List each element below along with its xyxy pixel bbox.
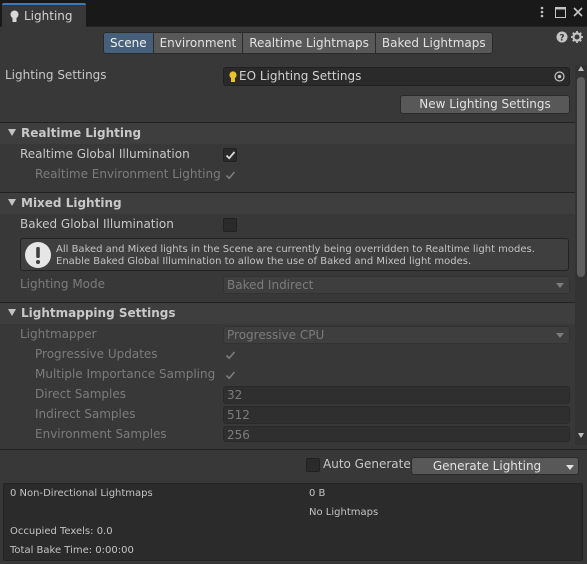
window-tab-label: Lighting <box>24 9 73 23</box>
chevron-down-icon <box>556 333 564 338</box>
vertical-scrollbar[interactable] <box>575 65 587 445</box>
tab-scene[interactable]: Scene <box>103 32 154 54</box>
lightmaps-count: 0 Non-Directional Lightmaps <box>10 488 153 499</box>
new-lighting-settings-button[interactable]: New Lighting Settings <box>400 95 570 114</box>
lightmaps-size: 0 B <box>309 488 326 499</box>
baked-gi-label: Baked Global Illumination <box>20 217 174 231</box>
lighting-settings-asset-icon <box>229 71 237 82</box>
lightmapper-value: Progressive CPU <box>227 328 325 342</box>
direct-samples-value: 32 <box>227 388 243 402</box>
scroll-down-icon[interactable] <box>578 433 584 438</box>
realtime-gi-checkbox[interactable] <box>223 148 237 162</box>
realtime-env-lighting-label: Realtime Environment Lighting <box>35 167 221 181</box>
tab-baked-lightmaps[interactable]: Baked Lightmaps <box>374 32 493 54</box>
object-picker-icon[interactable] <box>554 71 565 82</box>
mixed-lighting-header[interactable]: Mixed Lighting <box>0 192 576 214</box>
lightmapping-settings-title: Lightmapping Settings <box>21 306 176 320</box>
progressive-updates-checkbox[interactable] <box>223 348 237 362</box>
mixed-lighting-title: Mixed Lighting <box>21 196 122 210</box>
foldout-arrow-icon <box>8 309 16 316</box>
scrollbar-thumb[interactable] <box>577 77 585 277</box>
gear-icon[interactable] <box>571 31 583 43</box>
svg-text:?: ? <box>559 34 564 44</box>
checkmark-icon <box>225 171 236 180</box>
checkmark-icon <box>225 371 236 380</box>
lighting-settings-asset-name: EO Lighting Settings <box>239 69 362 83</box>
direct-samples-label: Direct Samples <box>35 387 126 401</box>
lighting-settings-label: Lighting Settings <box>5 68 107 82</box>
realtime-lighting-title: Realtime Lighting <box>21 126 142 140</box>
window-tab-bar: Lighting <box>0 0 587 27</box>
lightbulb-icon <box>10 10 19 22</box>
lighting-mode-value: Baked Indirect <box>227 278 314 292</box>
environment-samples-value: 256 <box>227 428 250 442</box>
auto-generate-checkbox[interactable] <box>306 458 320 472</box>
lighting-window-tab[interactable]: Lighting <box>2 3 86 27</box>
help-message: All Baked and Mixed lights in the Scene … <box>56 244 535 267</box>
foldout-arrow-icon <box>8 199 16 206</box>
realtime-lighting-header[interactable]: Realtime Lighting <box>0 122 576 144</box>
total-bake-time: Total Bake Time: 0:00:00 <box>10 545 134 556</box>
no-lightmaps-text: No Lightmaps <box>309 507 379 518</box>
lightmap-stats-panel: 0 Non-Directional Lightmaps 0 B No Light… <box>3 483 583 561</box>
lighting-mode-label: Lighting Mode <box>20 277 106 291</box>
chevron-down-icon <box>556 283 564 288</box>
warning-icon <box>25 242 51 268</box>
occupied-texels: Occupied Texels: 0.0 <box>10 526 113 537</box>
indirect-samples-field[interactable]: 512 <box>223 406 570 424</box>
lightmapper-label: Lightmapper <box>20 327 97 341</box>
foldout-arrow-icon <box>8 129 16 136</box>
lighting-settings-field[interactable]: EO Lighting Settings <box>223 67 570 86</box>
indirect-samples-value: 512 <box>227 408 250 422</box>
baked-gi-help-box: All Baked and Mixed lights in the Scene … <box>20 238 569 271</box>
mis-checkbox[interactable] <box>223 368 237 382</box>
realtime-env-lighting-checkbox[interactable] <box>223 168 237 182</box>
tab-environment[interactable]: Environment <box>152 32 244 54</box>
checkmark-icon <box>225 351 236 360</box>
baked-gi-checkbox[interactable] <box>223 218 237 232</box>
lighting-mode-dropdown[interactable]: Baked Indirect <box>223 276 570 294</box>
auto-generate-label: Auto Generate <box>323 457 411 471</box>
close-icon[interactable] <box>571 5 585 19</box>
maximize-icon[interactable] <box>553 5 567 19</box>
environment-samples-field[interactable]: 256 <box>223 426 570 442</box>
lightmapping-settings-header[interactable]: Lightmapping Settings <box>0 302 576 324</box>
tab-realtime-lightmaps[interactable]: Realtime Lightmaps <box>242 32 376 54</box>
checkmark-icon <box>225 151 236 160</box>
progressive-updates-label: Progressive Updates <box>35 347 158 361</box>
environment-samples-label: Environment Samples <box>35 427 167 441</box>
lightmapper-dropdown[interactable]: Progressive CPU <box>223 326 570 344</box>
realtime-gi-label: Realtime Global Illumination <box>20 147 190 161</box>
generate-lighting-button[interactable]: Generate Lighting <box>411 457 579 475</box>
help-icon[interactable]: ? <box>556 31 568 44</box>
generate-lighting-label: Generate Lighting <box>432 459 542 473</box>
scroll-up-icon[interactable] <box>578 66 584 71</box>
direct-samples-field[interactable]: 32 <box>223 386 570 404</box>
chevron-down-icon[interactable] <box>566 465 574 470</box>
kebab-menu-icon[interactable] <box>535 5 549 19</box>
mis-label: Multiple Importance Sampling <box>35 367 216 381</box>
divider <box>0 449 587 450</box>
indirect-samples-label: Indirect Samples <box>35 407 136 421</box>
section-tabs: Scene Environment Realtime Lightmaps Bak… <box>103 32 493 54</box>
